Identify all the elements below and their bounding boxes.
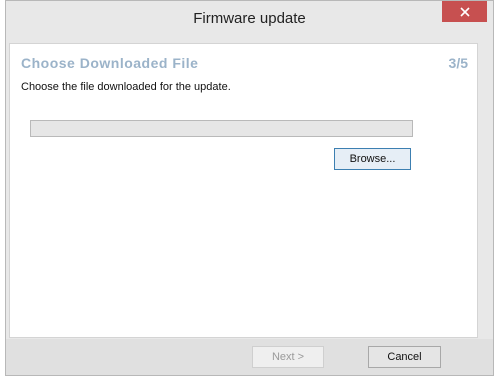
close-button[interactable] (442, 1, 487, 22)
step-counter: 3/5 (448, 55, 468, 71)
title-bar[interactable]: Firmware update (6, 1, 493, 35)
next-button[interactable]: Next > (252, 346, 324, 368)
close-icon (459, 6, 470, 17)
step-title: Choose Downloaded File (21, 55, 199, 71)
window-title: Firmware update (193, 10, 306, 27)
browse-button[interactable]: Browse... (334, 148, 411, 170)
cancel-button[interactable]: Cancel (368, 346, 441, 368)
file-path-input[interactable] (30, 120, 413, 137)
step-description: Choose the file downloaded for the updat… (21, 81, 231, 93)
